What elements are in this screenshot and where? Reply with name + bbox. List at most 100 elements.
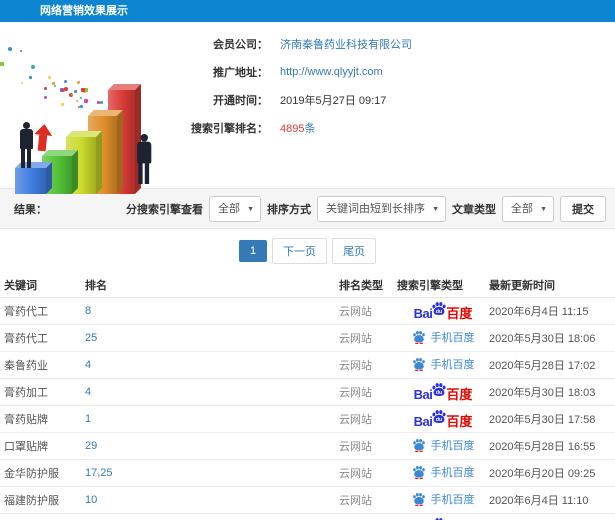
rank-link[interactable]: 1 (85, 413, 339, 425)
rank-type-cell: 云网站 (339, 306, 372, 318)
engine-cell: Baidu百度 (413, 382, 473, 402)
info-row-search-engine-rank-count: 搜索引擎排名： 4895条 (168, 114, 412, 142)
sort-value: 关键词由短到长排序 (326, 202, 425, 215)
search-engine-rank-count-label: 搜索引擎排名： (191, 123, 268, 135)
filter-controls: 分搜索引擎查看 全部 ▼ 排序方式 关键词由短到长排序 ▼ 文章类型 全部 ▼ … (126, 195, 606, 222)
sort-label: 排序方式 (267, 203, 311, 216)
keyword-cell: 口罩贴牌 (4, 441, 48, 453)
baidu-paw-icon: du (431, 409, 447, 428)
baidu-logo-cn-text: 百度 (446, 306, 473, 321)
engine-cell: 手机百度 (412, 357, 475, 374)
baidu-logo-text: Bai (413, 387, 433, 402)
rank-link[interactable]: 4 (85, 386, 339, 398)
page: 网络营销效果展示 会员公司： 济南秦鲁药业科技有限公司推广地址： http://ww… (0, 0, 615, 520)
table-body: 膏药代工 8 云网站 Bai du 百度 2020年6月4日 11:15 膏药代工 25 云网站手… (0, 298, 615, 520)
rank-link[interactable]: 29 (85, 440, 339, 452)
rank-type-cell: 云网站 (339, 360, 372, 372)
mobile-baidu-paw-icon (412, 438, 426, 455)
table-row: 膏药加工 4 云网站 Bai du 百度 2020年5月30日 18:03 (0, 379, 615, 406)
next-page-button[interactable]: 下一页 (272, 238, 328, 264)
engine-cell: 手机百度 (412, 492, 475, 509)
table-row: 膏药代工 8 云网站 Bai du 百度 2020年6月4日 11:15 (0, 298, 615, 325)
promotion-url-value[interactable]: http://www.qlyyjt.com (280, 66, 383, 78)
rank-type-cell: 云网站 (339, 441, 372, 453)
chevron-down-icon: ▼ (432, 205, 439, 213)
rank-type-cell: 云网站 (339, 495, 372, 507)
page-header: 网络营销效果展示 (0, 0, 615, 22)
rank-link[interactable]: 17,25 (85, 467, 339, 479)
table-row: 膏药贴牌 1 云网站 Bai du 百度 2020年5月30日 17:58 (0, 406, 615, 433)
table-row: 金华防护服 17,25 云网站 手机百度 2020年6月20日 09:25 (0, 460, 615, 487)
info-row-member-company: 会员公司： 济南秦鲁药业科技有限公司 (168, 30, 412, 58)
keyword-cell: 福建防护服 (4, 495, 59, 507)
page-1-button[interactable]: 1 (238, 240, 268, 262)
updated-cell: 2020年5月30日 18:06 (489, 333, 596, 345)
last-page-button[interactable]: 尾页 (332, 238, 377, 264)
sort-select[interactable]: 关键词由短到长排序 ▼ (317, 195, 446, 222)
engine-cell: 手机百度 (412, 438, 475, 455)
businessman-observer-figure (135, 134, 152, 184)
updated-cell: 2020年5月28日 17:02 (489, 360, 596, 372)
rank-link[interactable]: 10 (85, 494, 339, 506)
column-header-2: 排名类型 (339, 280, 383, 292)
updated-cell: 2020年6月20日 09:25 (489, 468, 596, 480)
mobile-baidu-paw-icon (412, 330, 426, 347)
keyword-cell: 膏药贴牌 (4, 414, 48, 426)
rank-link[interactable]: 4 (85, 359, 339, 371)
page-title: 网络营销效果展示 (40, 5, 128, 17)
engine-view-select[interactable]: 全部 ▼ (209, 195, 261, 222)
mobile-baidu-badge: 手机百度 (412, 357, 475, 374)
baidu-paw-icon: du (431, 382, 447, 401)
table-row-partial: Baidu百度 (0, 514, 615, 520)
search-engine-rank-count-suffix: 条 (304, 123, 316, 135)
info-row-open-time: 开通时间： 2019年5月27日 09:17 (168, 86, 412, 114)
updated-cell: 2020年5月30日 17:58 (489, 414, 596, 426)
engine-view-label: 分搜索引擎查看 (126, 203, 203, 216)
keyword-cell: 秦鲁药业 (4, 360, 48, 372)
mobile-baidu-label: 手机百度 (430, 358, 475, 371)
businessman-on-bar-figure (18, 122, 34, 168)
table-row: 口罩贴牌 29 云网站 手机百度 2020年5月28日 16:55 (0, 433, 615, 460)
filter-bar: 结果： 分搜索引擎查看 全部 ▼ 排序方式 关键词由短到长排序 ▼ 文章类型 全… (0, 188, 615, 229)
chevron-down-icon: ▼ (247, 205, 254, 213)
bar-chart-clipart (0, 28, 175, 194)
keyword-cell: 金华防护服 (4, 468, 59, 480)
keyword-cell: 膏药加工 (4, 387, 48, 399)
updated-cell: 2020年6月4日 11:15 (489, 306, 589, 318)
info-section: 会员公司： 济南秦鲁药业科技有限公司推广地址： http://www.qlyyjt.… (0, 22, 615, 194)
mobile-baidu-label: 手机百度 (430, 331, 475, 344)
rank-link[interactable]: 8 (85, 305, 339, 317)
member-company-value[interactable]: 济南秦鲁药业科技有限公司 (280, 36, 412, 52)
mobile-baidu-label: 手机百度 (430, 439, 475, 452)
baidu-logo: Baidu百度 (413, 301, 473, 321)
article-type-select[interactable]: 全部 ▼ (502, 195, 554, 222)
baidu-logo: Baidu百度 (413, 382, 473, 402)
member-company-label: 会员公司： (213, 39, 268, 51)
rank-type-cell: 云网站 (339, 468, 372, 480)
baidu-logo-text: Bai (413, 306, 433, 321)
search-engine-rank-count-number: 4895 (280, 123, 305, 135)
rank-link[interactable]: 25 (85, 332, 339, 344)
engine-cell: 手机百度 (412, 465, 475, 482)
mobile-baidu-paw-icon (412, 492, 426, 509)
open-time-value: 2019年5月27日 09:17 (280, 95, 387, 107)
baidu-logo-cn-text: 百度 (446, 387, 473, 402)
growth-up-arrow (33, 123, 54, 152)
mobile-baidu-badge: 手机百度 (412, 465, 475, 482)
baidu-logo-text: Bai (413, 414, 433, 429)
submit-button[interactable]: 提交 (560, 195, 606, 222)
search-engine-rank-count-value: 4895条 (280, 120, 315, 136)
mobile-baidu-label: 手机百度 (430, 466, 475, 479)
company-info: 会员公司： 济南秦鲁药业科技有限公司推广地址： http://www.qlyyjt.… (168, 30, 412, 142)
rank-type-cell: 云网站 (339, 333, 372, 345)
svg-text:du: du (436, 417, 443, 423)
chart-bar (15, 162, 52, 194)
promotion-url-label: 推广地址： (213, 67, 268, 79)
svg-text:du: du (436, 309, 443, 315)
column-header-3: 搜索引擎类型 (397, 280, 463, 292)
mobile-baidu-paw-icon (412, 357, 426, 374)
table-row: 福建防护服 10 云网站 手机百度 2020年6月4日 11:10 (0, 487, 615, 514)
baidu-paw-icon: du (431, 301, 447, 320)
updated-cell: 2020年5月30日 18:03 (489, 387, 596, 399)
svg-text:du: du (436, 390, 443, 396)
